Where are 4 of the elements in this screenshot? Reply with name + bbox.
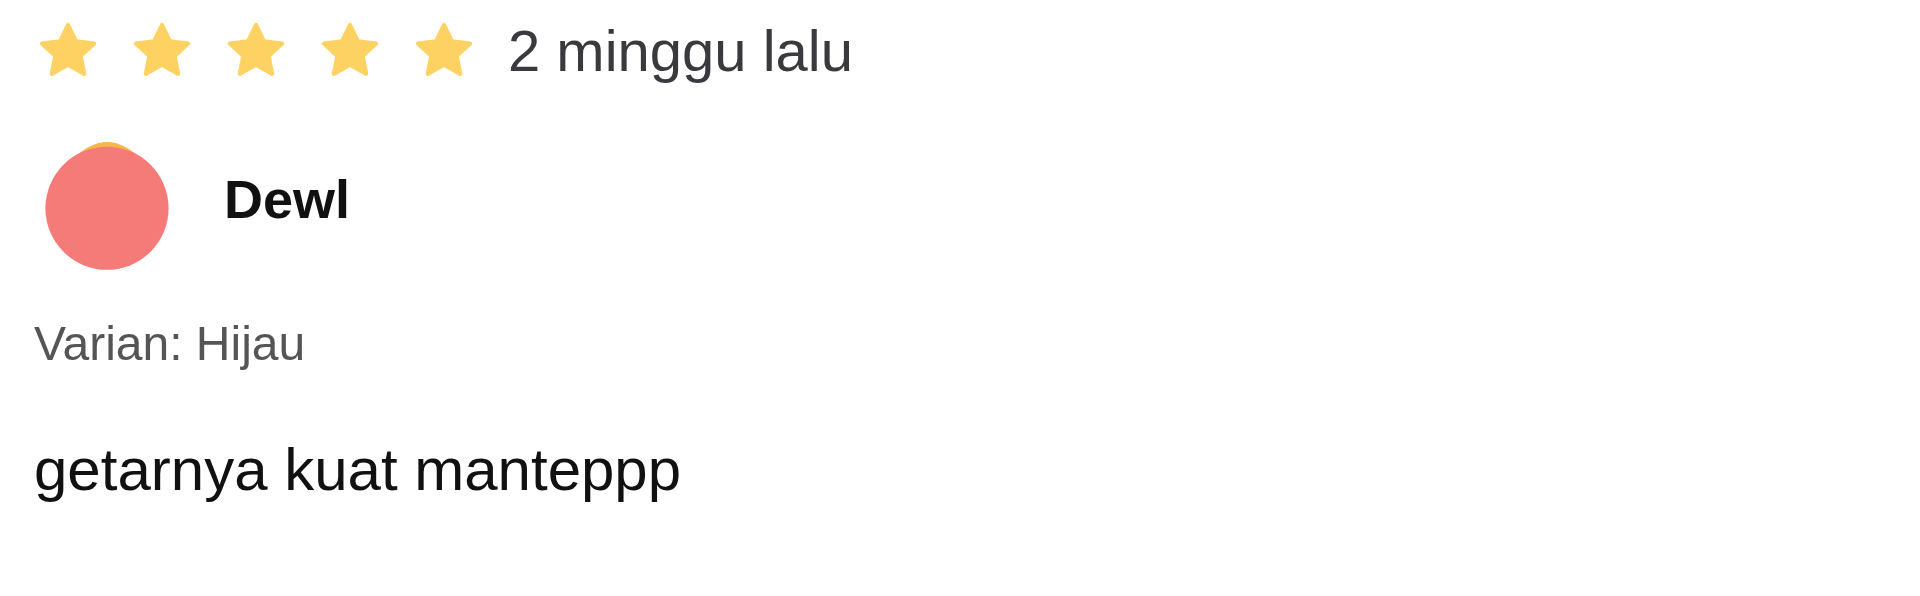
variant-label: Varian: Hijau	[34, 318, 306, 371]
review-time: 2 minggu lalu	[508, 19, 853, 83]
user-name: Dewl	[224, 168, 351, 230]
review-text: getarnya kuat manteppp	[34, 436, 682, 503]
